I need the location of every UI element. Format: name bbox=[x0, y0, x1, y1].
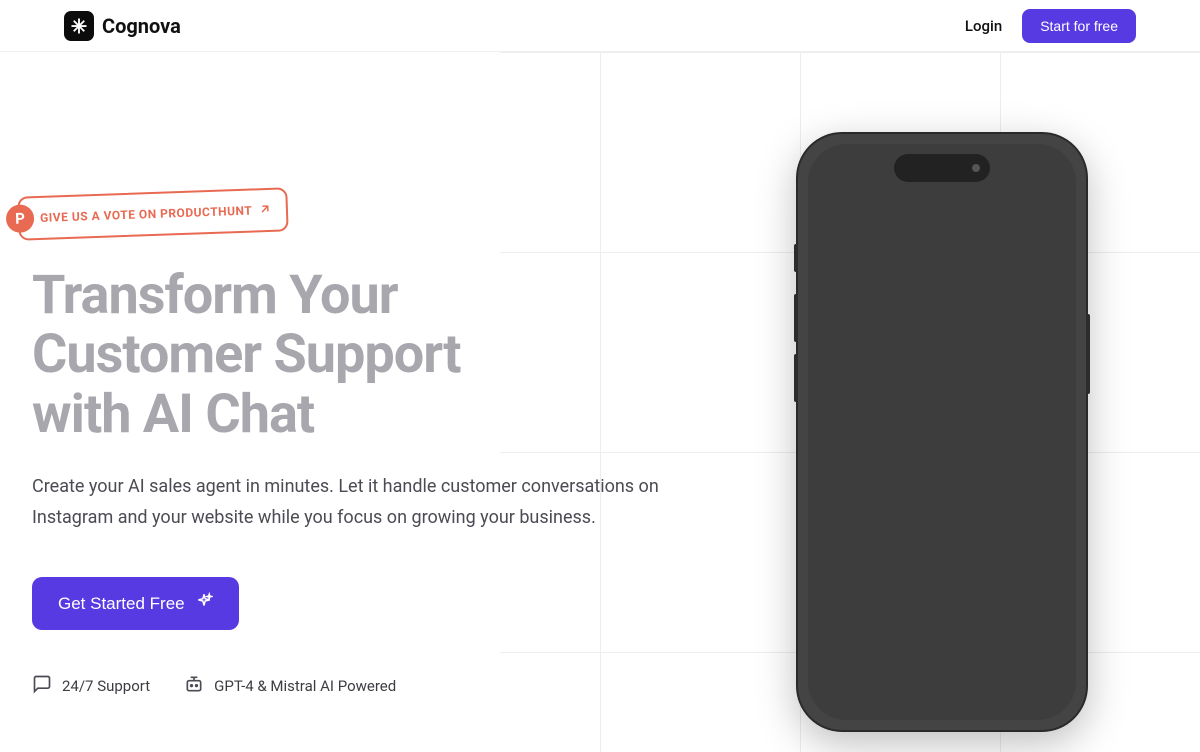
brand-logo-icon bbox=[64, 11, 94, 41]
nav-actions: Login Start for free bbox=[965, 9, 1136, 43]
phone-frame bbox=[796, 132, 1088, 732]
hero-title: Transform Your Customer Support with AI … bbox=[32, 266, 732, 444]
feature-support: 24/7 Support bbox=[32, 674, 150, 698]
hero-title-line1: Transform Your bbox=[32, 264, 397, 327]
hero-phone-mockup bbox=[772, 132, 1112, 732]
phone-volume-down bbox=[794, 354, 798, 402]
get-started-button[interactable]: Get Started Free bbox=[32, 577, 239, 630]
external-link-icon bbox=[258, 200, 273, 219]
phone-mute-switch bbox=[794, 244, 798, 272]
phone-camera-icon bbox=[972, 164, 980, 172]
feature-ai-label: GPT-4 & Mistral AI Powered bbox=[214, 677, 396, 695]
hero-title-line2: Customer Support bbox=[32, 323, 461, 386]
sparkle-icon bbox=[195, 592, 213, 615]
phone-volume-up bbox=[794, 294, 798, 342]
producthunt-logo-icon: P bbox=[6, 204, 35, 233]
brand[interactable]: Cognova bbox=[64, 11, 181, 41]
phone-screen bbox=[808, 144, 1076, 720]
feature-list: 24/7 Support GPT-4 & Mistral AI Powered bbox=[32, 674, 732, 698]
start-free-button[interactable]: Start for free bbox=[1022, 9, 1136, 43]
cta-label: Get Started Free bbox=[58, 594, 185, 614]
hero-title-line3: with AI Chat bbox=[32, 383, 314, 446]
hero-subtitle: Create your AI sales agent in minutes. L… bbox=[32, 472, 692, 533]
phone-power-button bbox=[1086, 314, 1090, 394]
producthunt-badge[interactable]: P GIVE US A VOTE ON PRODUCTHUNT bbox=[17, 187, 289, 240]
brand-name: Cognova bbox=[102, 14, 181, 38]
feature-ai: GPT-4 & Mistral AI Powered bbox=[184, 674, 396, 698]
bot-icon bbox=[184, 674, 204, 698]
producthunt-text: GIVE US A VOTE ON PRODUCTHUNT bbox=[40, 204, 253, 225]
hero-content: P GIVE US A VOTE ON PRODUCTHUNT Transfor… bbox=[32, 132, 732, 732]
chat-icon bbox=[32, 674, 52, 698]
header: Cognova Login Start for free bbox=[0, 0, 1200, 52]
feature-support-label: 24/7 Support bbox=[62, 677, 150, 695]
phone-notch bbox=[894, 154, 990, 182]
hero-section: P GIVE US A VOTE ON PRODUCTHUNT Transfor… bbox=[0, 52, 1200, 732]
login-link[interactable]: Login bbox=[965, 17, 1002, 35]
